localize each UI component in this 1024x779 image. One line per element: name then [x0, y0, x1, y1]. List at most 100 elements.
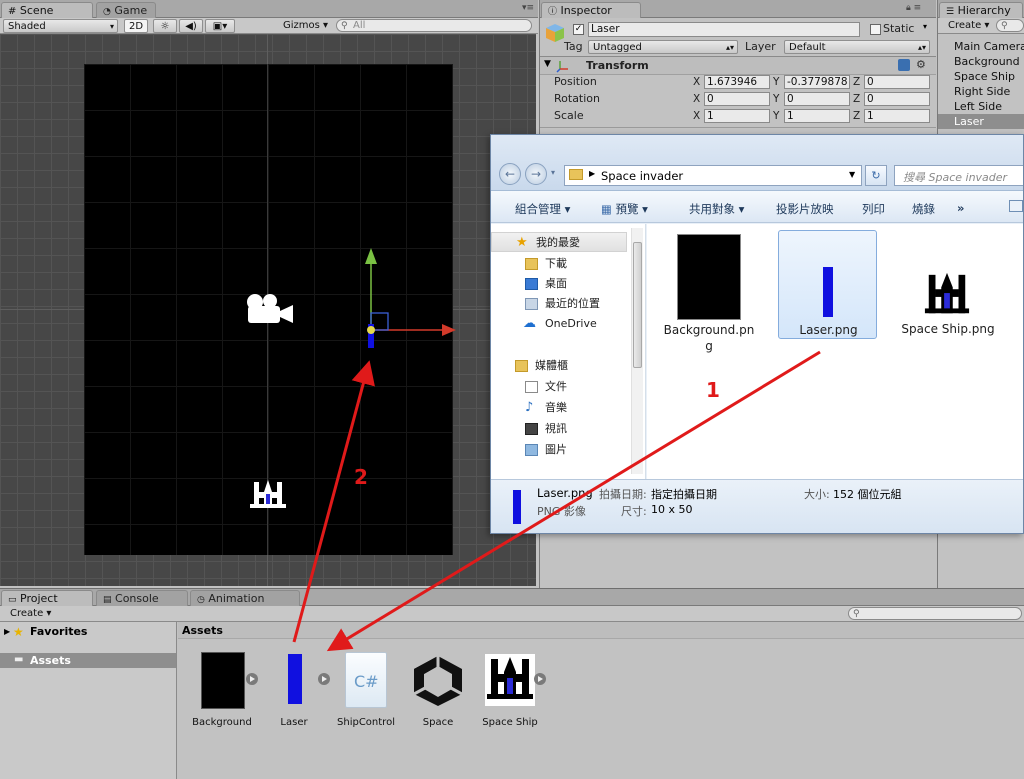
nav-pictures[interactable]: 圖片: [491, 440, 627, 460]
tab-hierarchy[interactable]: ☰ Hierarchy: [939, 2, 1023, 18]
project-create-button[interactable]: Create ▾: [10, 607, 51, 620]
expand-arrow-icon[interactable]: ▶: [4, 627, 10, 636]
panel-menu-icon[interactable]: ▾≡: [522, 3, 534, 13]
tab-inspector[interactable]: ⓘ Inspector: [541, 2, 641, 18]
asset-space-scene[interactable]: Space: [402, 652, 474, 732]
help-book-icon[interactable]: [898, 59, 910, 71]
cmd-slideshow[interactable]: 投影片放映: [776, 201, 834, 217]
nav-recent[interactable]: 最近的位置: [491, 294, 627, 314]
back-button[interactable]: ←: [499, 163, 521, 185]
layer-dropdown[interactable]: Default ▴▾: [784, 40, 930, 54]
file-item-space-ship[interactable]: Space Ship.png: [893, 230, 1003, 339]
axis-x-label[interactable]: X: [693, 75, 700, 89]
tag-dropdown[interactable]: Untagged ▴▾: [588, 40, 738, 54]
view-toggle-icon[interactable]: [1009, 200, 1023, 212]
hierarchy-item-left-side[interactable]: Left Side: [938, 99, 1024, 114]
scene-viewport[interactable]: [0, 34, 536, 586]
asset-laser[interactable]: Laser: [258, 652, 330, 732]
hierarchy-search-input[interactable]: ⚲: [996, 19, 1024, 32]
audio-toggle[interactable]: ◀): [179, 19, 203, 33]
static-dropdown-arrow-icon[interactable]: ▾: [923, 22, 927, 31]
scene-search-input[interactable]: ⚲ All: [336, 19, 532, 32]
rotation-x-field[interactable]: 0: [704, 92, 770, 106]
nav-favorites[interactable]: ★ 我的最愛: [491, 232, 627, 252]
object-name-field[interactable]: Laser: [588, 22, 860, 37]
axis-z-label[interactable]: Z: [853, 92, 860, 106]
history-dropdown-icon[interactable]: ▾: [551, 168, 555, 177]
cmd-preview[interactable]: ▦ 預覽 ▾: [601, 201, 648, 217]
rotation-y-field[interactable]: 0: [784, 92, 850, 106]
expand-sprite-icon[interactable]: [534, 673, 546, 685]
axis-z-label[interactable]: Z: [853, 75, 860, 89]
nav-music[interactable]: ♪ 音樂: [491, 398, 627, 418]
tree-item-assets[interactable]: ▬ Assets: [0, 653, 176, 668]
tab-game[interactable]: ◔ Game: [96, 2, 156, 18]
gizmos-dropdown[interactable]: Gizmos ▾: [283, 19, 328, 32]
space-ship-sprite[interactable]: [250, 478, 286, 512]
breadcrumb[interactable]: ▶ Space invader ▼: [564, 165, 862, 186]
tab-console[interactable]: ▤ Console: [96, 590, 188, 606]
nav-libraries[interactable]: 媒體櫃: [491, 356, 627, 376]
tab-project[interactable]: ▭ Project: [1, 590, 93, 606]
asset-space-ship[interactable]: Space Ship: [474, 652, 546, 732]
file-item-laser[interactable]: Laser.png: [778, 230, 877, 339]
scale-z-field[interactable]: 1: [864, 109, 930, 123]
transform-header[interactable]: ▼ Transform ⚙: [540, 57, 936, 75]
favorites-label[interactable]: Favorites: [30, 625, 87, 638]
dropdown-arrow-icon[interactable]: ▼: [849, 170, 855, 179]
position-z-field[interactable]: 0: [864, 75, 930, 89]
mode-2d-toggle[interactable]: 2D: [124, 19, 148, 33]
project-search-input[interactable]: ⚲: [848, 607, 1022, 620]
nav-videos[interactable]: 視訊: [491, 419, 627, 439]
expand-sprite-icon[interactable]: [246, 673, 258, 685]
axis-y-label[interactable]: Y: [773, 92, 779, 106]
camera-icon[interactable]: [242, 292, 294, 328]
position-y-field[interactable]: -0.3779878: [784, 75, 850, 89]
lock-icon[interactable]: 🔒︎ ≡: [906, 3, 921, 13]
lighting-toggle[interactable]: ☼: [153, 19, 177, 33]
effects-dropdown[interactable]: ▣▾: [205, 19, 235, 33]
hierarchy-item-background[interactable]: Background: [938, 54, 1024, 69]
cmd-burn[interactable]: 燒錄: [912, 201, 935, 217]
cmd-more[interactable]: »: [957, 201, 964, 215]
active-checkbox[interactable]: ✓: [573, 24, 584, 35]
scale-x-field[interactable]: 1: [704, 109, 770, 123]
hierarchy-item-space-ship[interactable]: Space Ship: [938, 69, 1024, 84]
rotation-z-field[interactable]: 0: [864, 92, 930, 106]
nav-documents[interactable]: 文件: [491, 377, 627, 397]
hierarchy-item-laser[interactable]: Laser: [938, 114, 1024, 129]
details-date-value[interactable]: 指定拍攝日期: [651, 486, 717, 502]
hierarchy-item-right-side[interactable]: Right Side: [938, 84, 1024, 99]
axis-x-label[interactable]: X: [693, 109, 700, 123]
move-gizmo[interactable]: [350, 244, 460, 374]
axis-y-label[interactable]: Y: [773, 109, 779, 123]
nav-onedrive[interactable]: ☁ OneDrive: [491, 314, 627, 334]
cmd-share[interactable]: 共用對象 ▾: [689, 201, 744, 217]
settings-gear-icon[interactable]: ⚙: [916, 58, 926, 71]
cmd-print[interactable]: 列印: [862, 201, 885, 217]
position-x-field[interactable]: 1.673946: [704, 75, 770, 89]
axis-x-label[interactable]: X: [693, 92, 700, 106]
cmd-organize[interactable]: 組合管理 ▾: [515, 201, 570, 217]
asset-shipcontrol[interactable]: C# ShipControl: [330, 652, 402, 732]
foldout-arrow-icon[interactable]: ▼: [544, 59, 551, 69]
refresh-button[interactable]: ↻: [865, 165, 887, 186]
scale-y-field[interactable]: 1: [784, 109, 850, 123]
shading-dropdown[interactable]: Shaded ▾: [3, 19, 118, 33]
hierarchy-create-button[interactable]: Create ▾: [948, 19, 989, 32]
nav-scrollbar[interactable]: [631, 228, 643, 474]
nav-scrollbar-thumb[interactable]: [633, 242, 642, 368]
static-checkbox[interactable]: [870, 24, 881, 35]
file-item-background[interactable]: Background.pn g: [659, 230, 754, 353]
expand-sprite-icon[interactable]: [318, 673, 330, 685]
tab-animation[interactable]: ◷ Animation: [190, 590, 300, 606]
nav-downloads[interactable]: 下載: [491, 254, 627, 274]
axis-y-label[interactable]: Y: [773, 75, 779, 89]
tab-scene[interactable]: # Scene: [1, 2, 93, 18]
forward-button[interactable]: →: [525, 163, 547, 185]
hierarchy-item-main-camera[interactable]: Main Camera: [938, 39, 1024, 54]
axis-z-label[interactable]: Z: [853, 109, 860, 123]
nav-desktop[interactable]: 桌面: [491, 274, 627, 294]
asset-background[interactable]: Background: [186, 652, 258, 732]
explorer-search-input[interactable]: 搜尋 Space invader: [894, 165, 1023, 186]
